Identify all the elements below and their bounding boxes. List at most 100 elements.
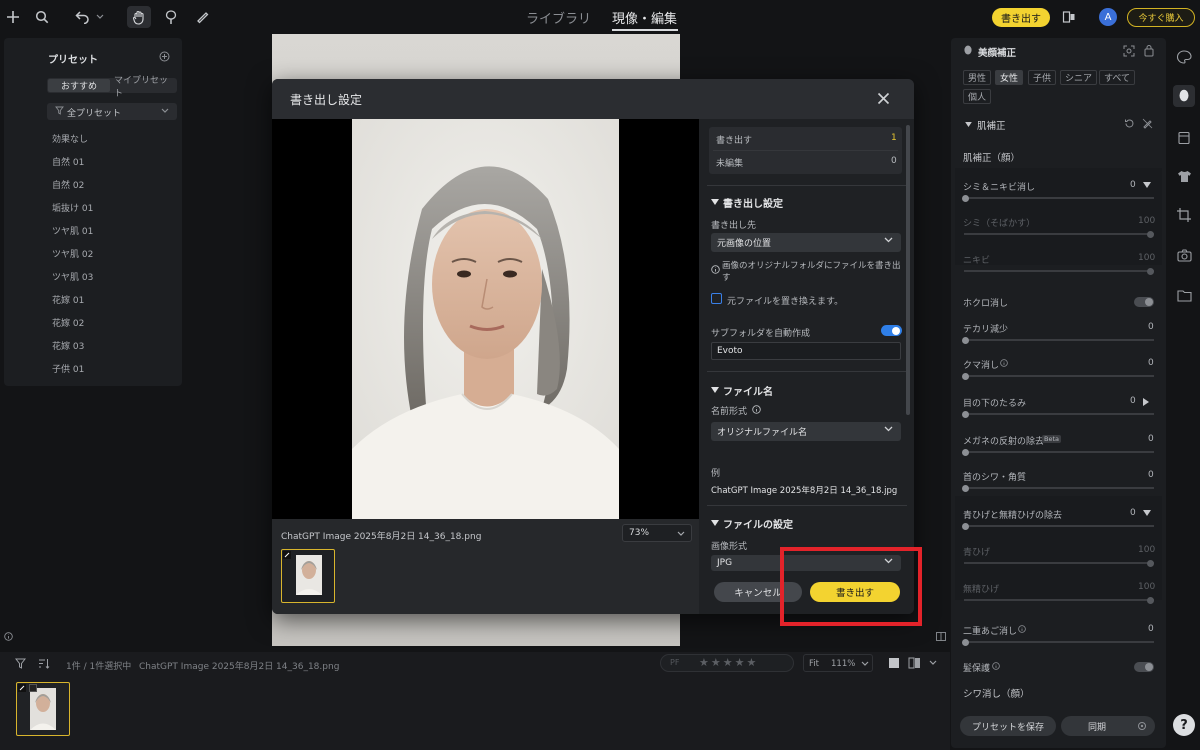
avatar[interactable]: A: [1099, 8, 1117, 26]
filmstrip-thumbnail[interactable]: [281, 549, 335, 603]
buy-now-button[interactable]: 今すぐ購入: [1127, 8, 1195, 27]
camera-icon[interactable]: [1177, 249, 1192, 262]
destination-select[interactable]: 元画像の位置: [711, 233, 901, 252]
caret-down-icon[interactable]: [711, 199, 719, 205]
slider-knob[interactable]: [962, 194, 969, 202]
slider-track[interactable]: [964, 599, 1154, 601]
fit-label[interactable]: Fit: [809, 659, 819, 669]
info-icon[interactable]: [4, 632, 13, 641]
gender-tag[interactable]: すべて: [1099, 70, 1136, 85]
bottom-zoom-control[interactable]: Fit 111%: [803, 654, 873, 672]
face-detect-icon[interactable]: [1123, 45, 1135, 57]
caret-down-icon[interactable]: [1143, 182, 1151, 188]
caret-down-icon[interactable]: [965, 122, 972, 127]
caret-right-icon[interactable]: [1143, 398, 1149, 406]
chevron-down-icon[interactable]: [95, 8, 105, 26]
search-icon[interactable]: [33, 8, 51, 26]
subfolder-toggle[interactable]: [881, 325, 902, 336]
subfolder-name-input[interactable]: Evoto: [711, 342, 901, 360]
slider-knob[interactable]: [962, 448, 969, 456]
slider-knob[interactable]: [962, 484, 969, 492]
settings-gear-icon[interactable]: [1137, 721, 1147, 731]
hand-tool-icon[interactable]: [127, 6, 151, 28]
adjust-value: 100: [1138, 253, 1156, 263]
brush-icon[interactable]: [162, 8, 180, 26]
slider-track[interactable]: [964, 487, 1154, 489]
adjust-label: ホクロ消し: [963, 299, 1009, 309]
slider-track[interactable]: [964, 641, 1154, 643]
export-preview: [272, 119, 699, 519]
preview-zoom-dropdown[interactable]: 73%: [622, 524, 692, 542]
save-preset-button[interactable]: プリセットを保存: [960, 716, 1056, 736]
eraser-icon[interactable]: [193, 8, 211, 26]
sort-icon[interactable]: [38, 658, 50, 669]
star-rating[interactable]: ★★★★★: [699, 656, 758, 669]
slider-track[interactable]: [964, 413, 1154, 415]
help-icon[interactable]: ?: [1173, 714, 1195, 736]
slider-knob[interactable]: [962, 410, 969, 418]
overwrite-label: 元ファイルを置き換えます。: [727, 297, 844, 307]
filmstrip-thumbnail[interactable]: [16, 682, 70, 736]
info-icon: [1018, 625, 1026, 633]
slider-knob[interactable]: [1147, 267, 1154, 275]
top-export-button[interactable]: 書き出す: [992, 8, 1050, 27]
toggle-switch[interactable]: [1134, 662, 1154, 672]
pick-flag-label[interactable]: PF: [670, 658, 679, 667]
clothing-icon[interactable]: [1177, 170, 1192, 183]
palette-icon[interactable]: [1176, 50, 1192, 64]
slider-track[interactable]: [964, 270, 1154, 272]
panel-toggle-icon[interactable]: [936, 632, 946, 641]
wrinkle-section-heading: シワ消し（顔）: [963, 689, 1030, 700]
close-icon[interactable]: [877, 92, 890, 105]
add-icon[interactable]: [4, 8, 22, 26]
caret-down-icon[interactable]: [1143, 510, 1151, 516]
reset-icon[interactable]: [1124, 118, 1135, 129]
slider-knob[interactable]: [962, 522, 969, 530]
select-checkbox[interactable]: [29, 684, 37, 692]
gender-tag[interactable]: 男性: [963, 70, 992, 85]
chevron-down-icon[interactable]: [929, 660, 937, 666]
settings-scrollbar[interactable]: [906, 125, 910, 415]
brush-edit-icon[interactable]: [1142, 118, 1153, 129]
selection-count: 1件 / 1件選択中: [66, 662, 132, 672]
rating-bar: PF ★★★★★: [660, 654, 794, 672]
face-retouch-icon[interactable]: [1173, 85, 1195, 107]
lock-icon[interactable]: [1144, 44, 1154, 57]
gender-tag[interactable]: 子供: [1028, 70, 1057, 85]
slider-knob[interactable]: [962, 372, 969, 380]
slider-track[interactable]: [964, 339, 1154, 341]
toggle-switch[interactable]: [1134, 297, 1154, 307]
sync-button[interactable]: 同期: [1061, 716, 1155, 736]
slider-knob[interactable]: [1147, 596, 1154, 604]
bottom-filmstrip-bar: 1件 / 1件選択中 ChatGPT Image 2025年8月2日 14_36…: [0, 652, 950, 750]
slider-track[interactable]: [964, 525, 1154, 527]
overwrite-checkbox[interactable]: [711, 293, 722, 304]
tab-library[interactable]: ライブラリ: [526, 8, 591, 27]
slider-knob[interactable]: [1147, 559, 1154, 567]
slider-knob[interactable]: [1147, 230, 1154, 238]
folder-icon[interactable]: [1177, 289, 1192, 302]
filter-icon[interactable]: [15, 658, 26, 669]
slider-track[interactable]: [964, 451, 1154, 453]
gender-tag[interactable]: 女性: [995, 70, 1024, 85]
slider-knob[interactable]: [962, 638, 969, 646]
adjust-value: 100: [1138, 216, 1156, 226]
gender-tag[interactable]: シニア: [1060, 70, 1098, 85]
gender-tag[interactable]: 個人: [963, 89, 992, 104]
tab-develop-edit[interactable]: 現像・編集: [612, 8, 677, 27]
slider-track[interactable]: [964, 562, 1154, 564]
image-format-label: 画像形式: [711, 542, 748, 552]
undo-icon[interactable]: [74, 8, 92, 26]
compare-view-icon[interactable]: [908, 657, 921, 669]
crop-icon[interactable]: [1177, 208, 1191, 222]
body-shape-icon[interactable]: [1177, 131, 1191, 145]
name-format-select[interactable]: オリジナルファイル名: [711, 422, 901, 441]
slider-track[interactable]: [964, 233, 1154, 235]
single-view-icon[interactable]: [888, 657, 900, 669]
slider-track[interactable]: [964, 197, 1154, 199]
slider-knob[interactable]: [962, 336, 969, 344]
caret-down-icon[interactable]: [711, 387, 719, 393]
compare-icon[interactable]: [1060, 8, 1078, 26]
slider-track[interactable]: [964, 375, 1154, 377]
caret-down-icon[interactable]: [711, 520, 719, 526]
